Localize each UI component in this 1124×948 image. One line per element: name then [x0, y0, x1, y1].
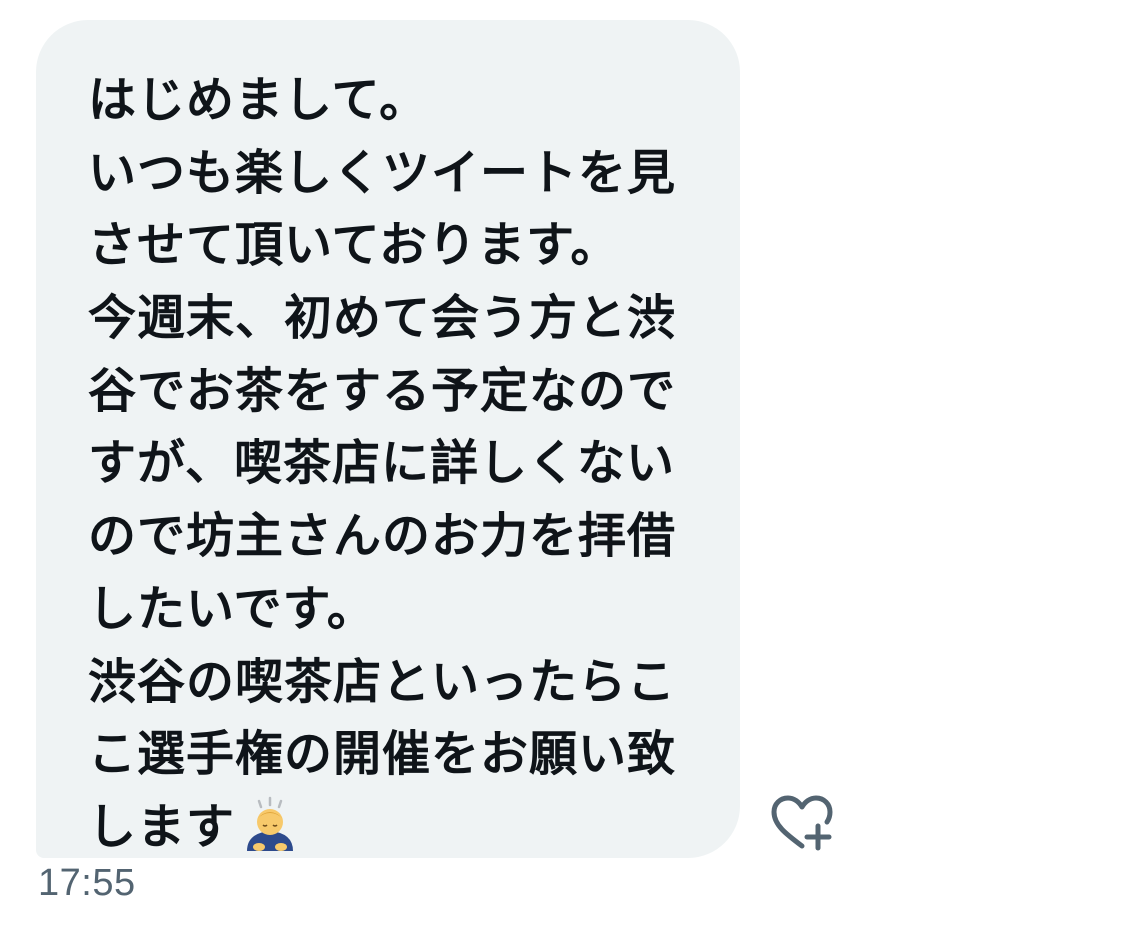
- heart-plus-icon: [771, 795, 833, 851]
- message-line: いつも楽しくツイートを見: [88, 144, 677, 201]
- message-line: はじめまして。: [88, 72, 429, 128]
- add-reaction-button[interactable]: [766, 792, 836, 854]
- message-text: はじめまして。 いつも楽しくツイートを見 させて頂いております。 今週末、初めて…: [88, 64, 676, 864]
- message-line: 渋谷の喫茶店といったらこ: [88, 653, 677, 710]
- message-line: 今週末、初めて会う方と渋: [88, 290, 677, 347]
- message-line: したいです。: [88, 580, 376, 637]
- person-bowing-emoji: [241, 795, 299, 853]
- message-line: こ選手権の開催をお願い致: [88, 726, 677, 783]
- message-line: させて頂いております。: [88, 217, 620, 274]
- message-line: ので坊主さんのお力を拝借: [88, 508, 677, 565]
- message-timestamp: 17:55: [38, 862, 136, 904]
- message-line: すが、喫茶店に詳しくない: [88, 435, 676, 492]
- message-line: 谷でお茶をする予定なので: [88, 362, 677, 419]
- message-line-last: します: [88, 791, 676, 864]
- message-line: します: [88, 798, 236, 855]
